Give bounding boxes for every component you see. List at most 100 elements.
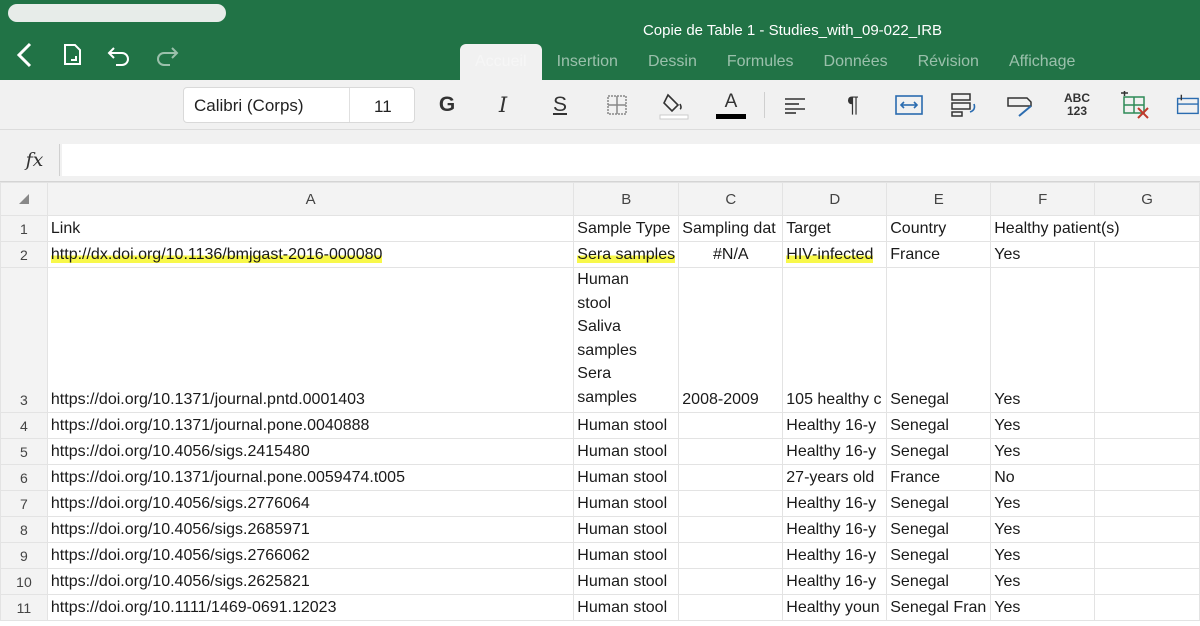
cell[interactable]: Sera samples <box>573 241 680 268</box>
cell[interactable] <box>1094 594 1200 621</box>
cell[interactable] <box>678 412 784 439</box>
tab-donnees[interactable]: Données <box>809 44 903 80</box>
cell[interactable] <box>678 438 784 465</box>
cell[interactable] <box>1094 464 1200 491</box>
cell[interactable]: Senegal <box>886 490 992 517</box>
cell[interactable]: Human stool <box>573 516 680 543</box>
row-header[interactable]: 8 <box>0 516 48 543</box>
insert-icon[interactable] <box>1172 88 1200 122</box>
cell[interactable]: Senegal <box>886 412 992 439</box>
cell[interactable]: Senegal <box>886 438 992 465</box>
tab-accueil[interactable]: Accueil <box>460 44 542 80</box>
strikethrough-icon[interactable]: S <box>543 88 577 122</box>
cell[interactable] <box>1094 241 1200 268</box>
font-color-icon[interactable]: A <box>714 88 748 122</box>
cell[interactable]: Yes <box>990 438 1096 465</box>
cell[interactable]: Human stool <box>573 568 680 595</box>
cell[interactable]: Human stool <box>573 542 680 569</box>
align-left-icon[interactable] <box>778 88 812 122</box>
cell[interactable]: Healthy youn <box>782 594 888 621</box>
cell[interactable] <box>678 464 784 491</box>
cell[interactable]: Healthy 16-y <box>782 568 888 595</box>
cell[interactable]: https://doi.org/10.4056/sigs.2415480 <box>46 438 575 465</box>
cell[interactable]: Target <box>782 215 888 242</box>
cell[interactable] <box>1094 516 1200 543</box>
cell[interactable]: HIV-infected <box>782 241 888 268</box>
cell[interactable]: Yes <box>990 490 1096 517</box>
file-icon[interactable] <box>58 40 88 70</box>
cell[interactable]: Human stool <box>573 490 680 517</box>
cell[interactable]: Human stool Saliva samples Sera samples <box>573 267 680 413</box>
cell[interactable]: Senegal Fran <box>886 594 992 621</box>
cell[interactable]: Human stool <box>573 464 680 491</box>
cell[interactable]: https://doi.org/10.1111/1469-0691.12023 <box>46 594 575 621</box>
cell[interactable]: Yes <box>990 568 1096 595</box>
cell[interactable]: Healthy 16-y <box>782 412 888 439</box>
cell[interactable] <box>678 568 784 595</box>
cell[interactable]: #N/A <box>678 241 784 268</box>
paragraph-icon[interactable]: ¶ <box>836 88 870 122</box>
cell[interactable]: Sample Type <box>573 215 680 242</box>
cell[interactable]: https://doi.org/10.4056/sigs.2685971 <box>46 516 575 543</box>
redo-icon[interactable] <box>152 40 182 70</box>
cell[interactable]: https://doi.org/10.4056/sigs.2776064 <box>46 490 575 517</box>
cell[interactable]: 105 healthy c <box>782 267 888 413</box>
cell[interactable]: Link <box>46 215 575 242</box>
cell[interactable]: Senegal <box>886 267 992 413</box>
row-header[interactable]: 11 <box>0 594 48 621</box>
format-icon[interactable] <box>948 88 982 122</box>
borders-icon[interactable] <box>600 88 634 122</box>
tab-dessin[interactable]: Dessin <box>633 44 712 80</box>
cell[interactable] <box>1094 542 1200 569</box>
column-header-g[interactable]: G <box>1094 182 1200 216</box>
cell[interactable]: Senegal <box>886 542 992 569</box>
cell[interactable]: Yes <box>990 267 1096 413</box>
font-size[interactable]: 11 <box>374 97 392 117</box>
column-header-a[interactable]: A <box>46 182 575 216</box>
cell[interactable]: https://doi.org/10.4056/sigs.2766062 <box>46 542 575 569</box>
undo-icon[interactable] <box>104 40 134 70</box>
row-header[interactable]: 5 <box>0 438 48 465</box>
cell[interactable]: Healthy patient(s) <box>990 215 1200 242</box>
cell[interactable] <box>678 490 784 517</box>
spellcheck-icon[interactable]: ABC 123 <box>1060 88 1094 122</box>
cell[interactable]: Yes <box>990 516 1096 543</box>
row-header[interactable]: 4 <box>0 412 48 439</box>
cell[interactable] <box>678 594 784 621</box>
font-name[interactable]: Calibri (Corps) <box>194 96 304 116</box>
cell[interactable]: https://doi.org/10.1371/journal.pone.004… <box>46 412 575 439</box>
column-header-e[interactable]: E <box>886 182 992 216</box>
cell[interactable] <box>1094 267 1200 413</box>
cell[interactable] <box>678 516 784 543</box>
cell[interactable]: http://dx.doi.org/10.1136/bmjgast-2016-0… <box>46 241 575 268</box>
formula-input[interactable] <box>62 144 1200 176</box>
row-header[interactable]: 9 <box>0 542 48 569</box>
cell[interactable] <box>1094 438 1200 465</box>
cell[interactable]: Healthy 16-y <box>782 490 888 517</box>
cell[interactable]: 27-years old <box>782 464 888 491</box>
cell[interactable] <box>1094 412 1200 439</box>
cell[interactable]: Yes <box>990 241 1096 268</box>
italic-icon[interactable]: I <box>486 88 520 122</box>
cell[interactable]: Senegal <box>886 568 992 595</box>
row-header[interactable]: 7 <box>0 490 48 517</box>
cell[interactable] <box>678 542 784 569</box>
wrap-icon[interactable] <box>892 88 926 122</box>
cell[interactable]: 2008-2009 <box>678 267 784 413</box>
row-header[interactable]: 1 <box>0 215 48 242</box>
cell[interactable]: Healthy 16-y <box>782 516 888 543</box>
cell[interactable]: France <box>886 464 992 491</box>
cell[interactable]: Healthy 16-y <box>782 542 888 569</box>
format-painter-icon[interactable] <box>1004 88 1038 122</box>
font-picker[interactable]: Calibri (Corps) 11 <box>183 87 415 123</box>
cell[interactable]: Human stool <box>573 594 680 621</box>
column-header-c[interactable]: C <box>678 182 784 216</box>
cell[interactable]: https://doi.org/10.1371/journal.pntd.000… <box>46 267 575 413</box>
cell[interactable]: Healthy 16-y <box>782 438 888 465</box>
cell[interactable]: Human stool <box>573 438 680 465</box>
fx-icon[interactable]: fx <box>10 144 60 176</box>
bold-icon[interactable]: G <box>430 88 464 122</box>
tab-formules[interactable]: Formules <box>712 44 809 80</box>
row-header[interactable]: 3 <box>0 267 48 413</box>
column-header-d[interactable]: D <box>782 182 888 216</box>
